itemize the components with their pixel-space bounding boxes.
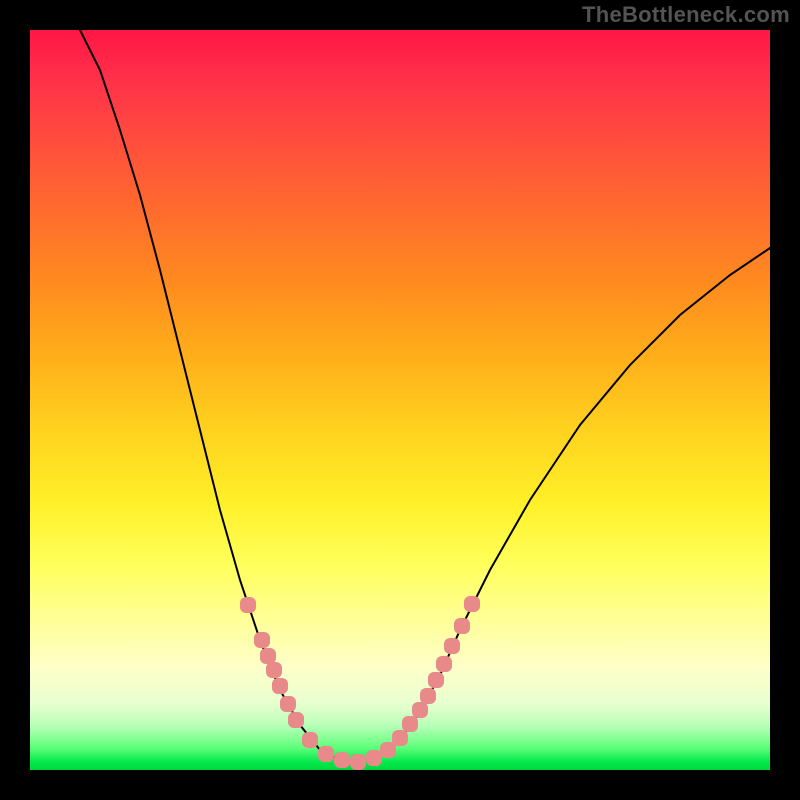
highlight-marker — [240, 597, 256, 613]
highlight-marker — [272, 678, 288, 694]
highlight-marker — [380, 742, 396, 758]
highlight-marker — [366, 750, 382, 766]
bottleneck-curve — [80, 30, 770, 762]
highlight-markers — [240, 596, 480, 770]
highlight-marker — [436, 656, 452, 672]
highlight-marker — [302, 732, 318, 748]
plot-area — [30, 30, 770, 770]
curve-layer — [80, 30, 770, 762]
chart-frame: TheBottleneck.com — [0, 0, 800, 800]
highlight-marker — [350, 754, 366, 770]
chart-svg — [30, 30, 770, 770]
watermark-text: TheBottleneck.com — [582, 2, 790, 28]
highlight-marker — [288, 712, 304, 728]
highlight-marker — [318, 746, 334, 762]
highlight-marker — [334, 752, 350, 768]
highlight-marker — [420, 688, 436, 704]
highlight-marker — [392, 730, 408, 746]
highlight-marker — [280, 696, 296, 712]
highlight-marker — [412, 702, 428, 718]
highlight-marker — [454, 618, 470, 634]
highlight-marker — [402, 716, 418, 732]
highlight-marker — [254, 632, 270, 648]
highlight-marker — [266, 662, 282, 678]
highlight-marker — [464, 596, 480, 612]
highlight-marker — [428, 672, 444, 688]
highlight-marker — [260, 648, 276, 664]
highlight-marker — [444, 638, 460, 654]
